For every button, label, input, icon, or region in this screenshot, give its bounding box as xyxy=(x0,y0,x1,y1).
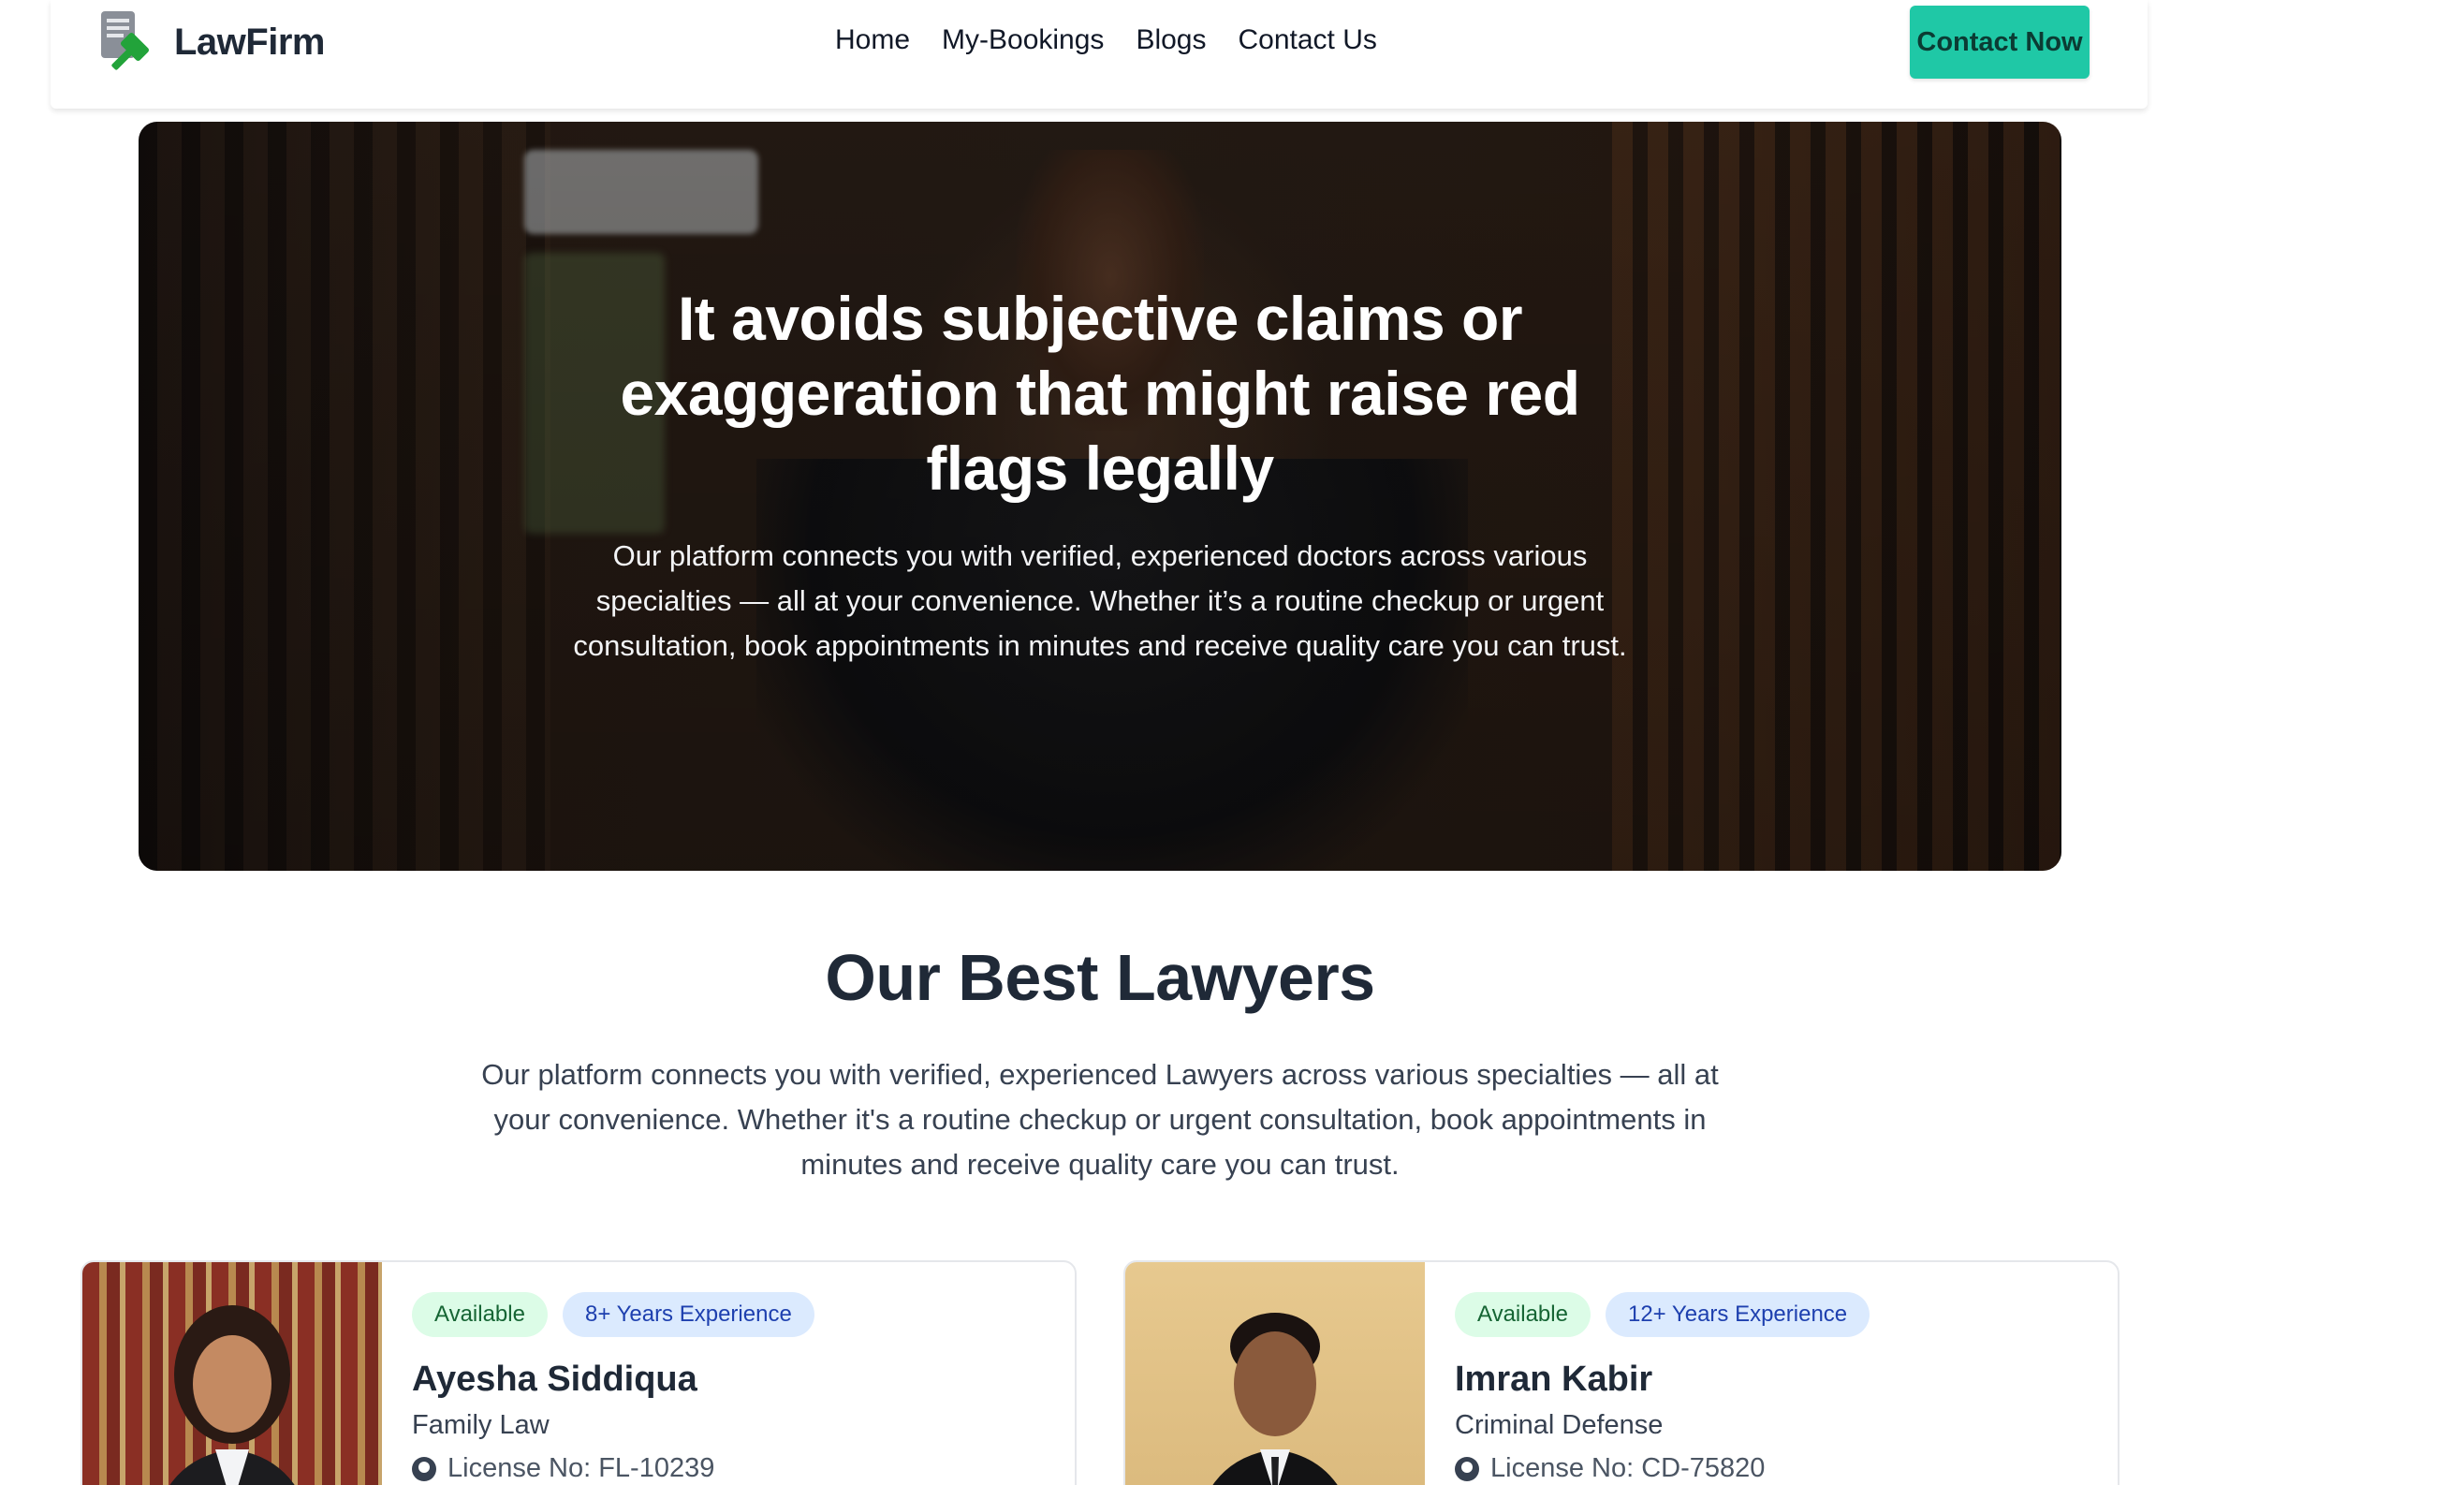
hero-banner: It avoids subjective claims or exaggerat… xyxy=(139,122,2061,871)
experience-badge: 12+ Years Experience xyxy=(1605,1292,1870,1337)
lawyer-photo xyxy=(82,1262,382,1485)
hero-title: It avoids subjective claims or exaggerat… xyxy=(620,284,1580,503)
lawyer-photo xyxy=(1125,1262,1425,1485)
lawyer-name: Ayesha Siddiqua xyxy=(412,1360,697,1399)
lawyer-portrait xyxy=(169,1305,295,1485)
page: LawFirm Home My-Bookings Blogs Contact U… xyxy=(0,0,2464,1485)
section-description: Our platform connects you with verified,… xyxy=(481,1058,1719,1181)
license-icon xyxy=(412,1456,436,1481)
main-nav: Home My-Bookings Blogs Contact Us xyxy=(835,24,1377,56)
license-row: License No: FL-10239 xyxy=(412,1453,714,1484)
brand-logo[interactable]: LawFirm xyxy=(97,9,325,76)
availability-badge: Available xyxy=(1455,1292,1591,1337)
license-number: License No: FL-10239 xyxy=(447,1453,715,1483)
license-row: License No: CD-75820 xyxy=(1455,1453,1765,1484)
contact-now-button[interactable]: Contact Now xyxy=(1910,6,2090,79)
lawyer-portrait xyxy=(1212,1313,1338,1485)
nav-link-contact-us[interactable]: Contact Us xyxy=(1238,24,1376,56)
nav-link-home[interactable]: Home xyxy=(835,24,910,56)
lawyer-specialty: Family Law xyxy=(412,1410,550,1440)
lawyer-badges: Available 8+ Years Experience xyxy=(412,1292,814,1337)
lawyer-name: Imran Kabir xyxy=(1455,1360,1653,1399)
nav-link-blogs[interactable]: Blogs xyxy=(1136,24,1206,56)
lawyer-card[interactable]: Available 12+ Years Experience Imran Kab… xyxy=(1123,1260,2119,1485)
navbar: LawFirm Home My-Bookings Blogs Contact U… xyxy=(51,0,2148,109)
section-title: Our Best Lawyers xyxy=(825,941,1375,1014)
lawyer-card[interactable]: Available 8+ Years Experience Ayesha Sid… xyxy=(81,1260,1077,1485)
hero-description: Our platform connects you with verified,… xyxy=(573,539,1627,662)
license-number: License No: CD-75820 xyxy=(1490,1453,1766,1483)
license-icon xyxy=(1455,1456,1479,1481)
availability-badge: Available xyxy=(412,1292,548,1337)
gavel-document-icon xyxy=(97,9,159,76)
lawyer-specialty: Criminal Defense xyxy=(1455,1410,1664,1440)
lawyer-badges: Available 12+ Years Experience xyxy=(1455,1292,1870,1337)
nav-link-my-bookings[interactable]: My-Bookings xyxy=(942,24,1104,56)
experience-badge: 8+ Years Experience xyxy=(562,1292,814,1337)
brand-name: LawFirm xyxy=(174,22,325,63)
